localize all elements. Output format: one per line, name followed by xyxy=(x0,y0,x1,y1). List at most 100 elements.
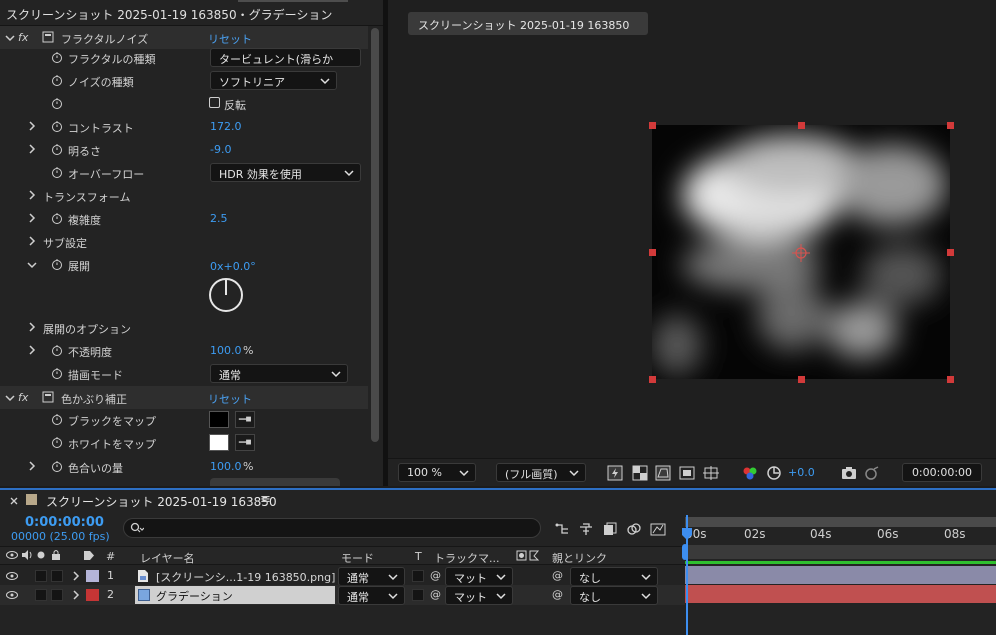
reset-button[interactable]: リセット xyxy=(208,31,252,47)
panel-menu-icon[interactable]: ≡ xyxy=(260,492,271,507)
panel-divider[interactable] xyxy=(383,0,388,486)
tint-amount-value[interactable]: 100.0 xyxy=(210,460,242,473)
timeline-tab[interactable]: スクリーンショット 2025-01-19 163850 ≡ xyxy=(0,490,996,512)
chevron-right-icon[interactable] xyxy=(27,235,37,247)
shy-layers-icon[interactable] xyxy=(578,521,594,537)
stopwatch-icon[interactable] xyxy=(51,74,63,86)
parent-pickwhip-icon[interactable]: @ xyxy=(552,588,563,601)
timeline-search-input[interactable] xyxy=(123,518,541,538)
overflow-dropdown[interactable]: HDR 効果を使用 xyxy=(210,163,361,182)
param-group-evolution-options[interactable]: 展開のオプション xyxy=(0,316,368,339)
eye-icon[interactable] xyxy=(6,550,18,560)
fx-icon[interactable]: fx xyxy=(18,391,28,404)
audio-icon[interactable] xyxy=(21,550,33,560)
stopwatch-icon[interactable] xyxy=(51,258,63,270)
effect-header-tint[interactable]: fx 色かぶり補正 リセット xyxy=(0,386,368,409)
stopwatch-icon[interactable] xyxy=(51,97,63,109)
stopwatch-icon[interactable] xyxy=(51,413,63,425)
layer-2-duration-bar[interactable] xyxy=(685,585,996,603)
camera-snapshot-icon[interactable] xyxy=(841,465,857,481)
chevron-right-icon[interactable] xyxy=(71,570,81,582)
effect-preset-icon[interactable] xyxy=(42,31,54,43)
track-matte-dropdown[interactable]: マット xyxy=(445,567,513,586)
chevron-right-icon[interactable] xyxy=(27,321,37,333)
graph-editor-icon[interactable] xyxy=(650,521,666,537)
solo-toggle[interactable] xyxy=(35,589,47,601)
lock-toggle[interactable] xyxy=(51,589,63,601)
mask-path-visibility-icon[interactable] xyxy=(655,465,671,481)
noise-type-dropdown[interactable]: ソフトリニア xyxy=(210,71,337,90)
layer-row[interactable]: 1 [スクリーンシ...1-19 163850.png] 通常 @ マット @ … xyxy=(0,566,685,586)
layer-row-selected[interactable]: 2 グラデーション 通常 @ マット @ なし xyxy=(0,585,685,605)
chevron-right-icon[interactable] xyxy=(27,212,37,224)
resolution-dropdown[interactable]: (フル画質) xyxy=(496,463,586,482)
chevron-right-icon[interactable] xyxy=(27,143,37,155)
fx-icon[interactable]: fx xyxy=(18,31,28,44)
timeline-current-time[interactable]: 0:00:00:00 xyxy=(25,515,104,530)
close-icon[interactable] xyxy=(9,496,19,506)
stopwatch-icon[interactable] xyxy=(51,166,63,178)
pickwhip-icon[interactable]: @ xyxy=(430,569,441,582)
label-tag-icon[interactable] xyxy=(83,550,95,561)
chevron-right-icon[interactable] xyxy=(27,344,37,356)
solo-icon[interactable] xyxy=(37,551,45,559)
layer-name[interactable]: グラデーション xyxy=(156,588,233,604)
transform-handle[interactable] xyxy=(649,376,656,383)
reset-button[interactable]: リセット xyxy=(208,391,252,407)
blend-mode-dropdown[interactable]: 通常 xyxy=(338,586,405,605)
parent-dropdown[interactable]: なし xyxy=(570,567,658,586)
parent-dropdown[interactable]: なし xyxy=(570,586,658,605)
stopwatch-icon[interactable] xyxy=(51,120,63,132)
blend-mode-dropdown[interactable]: 通常 xyxy=(338,567,405,586)
channel-icon[interactable] xyxy=(742,465,758,481)
current-time-display[interactable]: 0:00:00:00 xyxy=(902,463,982,482)
stopwatch-icon[interactable] xyxy=(51,436,63,448)
color-swatch-black[interactable] xyxy=(209,411,229,428)
anchor-point-icon[interactable] xyxy=(791,243,811,263)
stopwatch-icon[interactable] xyxy=(51,460,63,472)
work-area-start-handle[interactable] xyxy=(682,544,688,560)
layer-label-color[interactable] xyxy=(86,570,99,582)
blend-mode-dropdown[interactable]: 通常 xyxy=(210,364,348,383)
layer-label-color[interactable] xyxy=(86,589,99,601)
composition-tab[interactable]: スクリーンショット 2025-01-19 163850 xyxy=(408,12,648,35)
frame-blending-icon[interactable] xyxy=(602,521,618,537)
param-group-transform[interactable]: トランスフォーム xyxy=(0,184,368,207)
exposure-value[interactable]: +0.0 xyxy=(788,466,815,479)
opacity-value[interactable]: 100.0 xyxy=(210,344,242,357)
param-group-sub-settings[interactable]: サブ設定 xyxy=(0,230,368,253)
motion-blur-icon[interactable] xyxy=(626,521,642,537)
comp-flowchart-icon[interactable] xyxy=(554,521,570,537)
color-swatch-white[interactable] xyxy=(209,434,229,451)
stopwatch-icon[interactable] xyxy=(51,51,63,63)
exposure-reset-icon[interactable] xyxy=(766,465,782,481)
chevron-right-icon[interactable] xyxy=(71,589,81,601)
time-navigator[interactable] xyxy=(685,545,996,559)
evolution-value[interactable]: 0x+0.0° xyxy=(210,260,256,273)
transform-handle[interactable] xyxy=(649,249,656,256)
preserve-transparency-toggle[interactable] xyxy=(412,589,424,601)
eyedropper-icon[interactable] xyxy=(235,411,255,428)
eye-icon[interactable] xyxy=(6,590,18,600)
lock-toggle[interactable] xyxy=(51,570,63,582)
chevron-down-icon[interactable] xyxy=(5,32,15,44)
chevron-right-icon[interactable] xyxy=(27,120,37,132)
stopwatch-icon[interactable] xyxy=(51,344,63,356)
parent-pickwhip-icon[interactable]: @ xyxy=(552,569,563,582)
lock-icon[interactable] xyxy=(51,549,61,561)
fractal-type-dropdown[interactable]: タービュレント(滑らか xyxy=(210,48,361,67)
effect-preset-icon[interactable] xyxy=(42,391,54,403)
eyedropper-icon[interactable] xyxy=(235,434,255,451)
transform-handle[interactable] xyxy=(947,376,954,383)
chevron-right-icon[interactable] xyxy=(27,189,37,201)
track-matte-dropdown[interactable]: マット xyxy=(445,586,513,605)
stopwatch-icon[interactable] xyxy=(51,143,63,155)
work-area-bar[interactable] xyxy=(685,517,996,527)
transform-handle[interactable] xyxy=(649,122,656,129)
chevron-right-icon[interactable] xyxy=(27,460,37,472)
stopwatch-icon[interactable] xyxy=(51,212,63,224)
fast-preview-icon[interactable] xyxy=(607,465,623,481)
col-layer-name[interactable]: レイヤー名 xyxy=(140,550,195,566)
show-snapshot-icon[interactable] xyxy=(864,465,880,481)
brightness-value[interactable]: -9.0 xyxy=(210,143,231,156)
